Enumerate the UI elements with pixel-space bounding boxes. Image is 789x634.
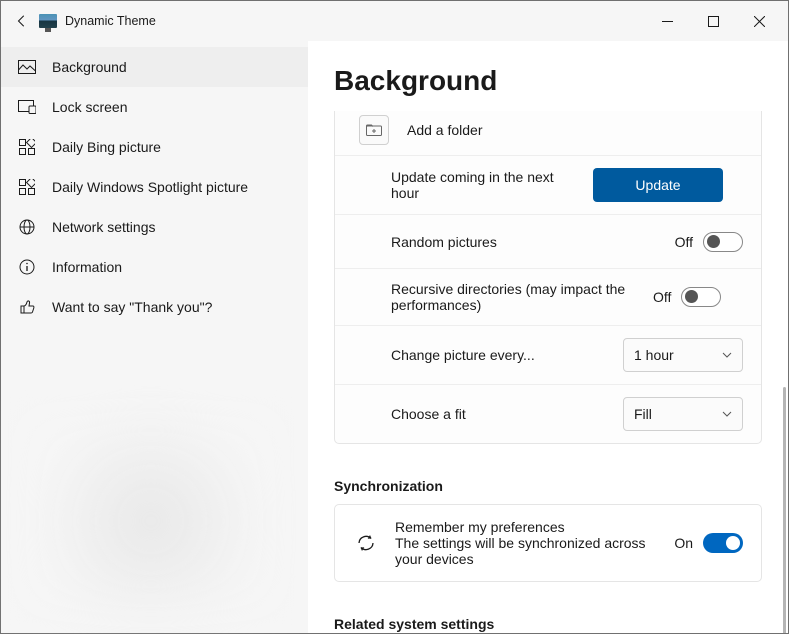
decorative-blur: [21, 411, 281, 611]
sync-title: Remember my preferences: [395, 519, 658, 535]
sidebar-item-background[interactable]: Background: [1, 47, 308, 87]
choose-fit-label: Choose a fit: [391, 406, 611, 422]
lock-screen-icon: [18, 100, 36, 114]
apps-icon: [18, 179, 36, 195]
back-button[interactable]: [7, 6, 37, 36]
update-row: Update coming in the next hour Update: [335, 155, 761, 214]
sidebar-item-label: Daily Bing picture: [52, 139, 161, 155]
sidebar-item-network[interactable]: Network settings: [1, 207, 308, 247]
fit-dropdown[interactable]: Fill: [623, 397, 743, 431]
chevron-down-icon: [722, 352, 732, 358]
random-pictures-row: Random pictures Off: [335, 214, 761, 268]
minimize-button[interactable]: [644, 5, 690, 37]
recursive-toggle[interactable]: [681, 287, 721, 307]
change-interval-dropdown[interactable]: 1 hour: [623, 338, 743, 372]
apps-icon: [18, 139, 36, 155]
sidebar-item-label: Want to say "Thank you"?: [52, 299, 212, 315]
sidebar-item-label: Lock screen: [52, 99, 127, 115]
sidebar-item-label: Information: [52, 259, 122, 275]
sidebar-item-information[interactable]: Information: [1, 247, 308, 287]
sidebar-item-label: Daily Windows Spotlight picture: [52, 179, 248, 195]
update-label: Update coming in the next hour: [391, 169, 581, 201]
main-panel: Background Add a folder Update coming in…: [308, 41, 788, 633]
globe-icon: [18, 219, 36, 235]
sync-card: Remember my preferences The settings wil…: [334, 504, 762, 582]
sync-subtitle: The settings will be synchronized across…: [395, 535, 658, 567]
choose-fit-row: Choose a fit Fill: [335, 384, 761, 443]
sidebar-item-label: Background: [52, 59, 127, 75]
change-picture-label: Change picture every...: [391, 347, 611, 363]
sync-toggle[interactable]: [703, 533, 743, 553]
page-title: Background: [308, 41, 788, 107]
random-pictures-label: Random pictures: [391, 234, 663, 250]
settings-group: Add a folder Update coming in the next h…: [334, 111, 762, 444]
change-picture-row: Change picture every... 1 hour: [335, 325, 761, 384]
sync-state: On: [674, 535, 693, 551]
add-folder-button[interactable]: [359, 115, 389, 145]
update-button[interactable]: Update: [593, 168, 723, 202]
app-title: Dynamic Theme: [65, 14, 156, 28]
background-icon: [18, 60, 36, 74]
change-interval-value: 1 hour: [634, 347, 674, 363]
thumbs-up-icon: [18, 299, 36, 315]
add-folder-row: Add a folder: [335, 111, 761, 155]
fit-value: Fill: [634, 406, 652, 422]
app-logo-icon: [39, 14, 57, 28]
chevron-down-icon: [722, 411, 732, 417]
info-icon: [18, 259, 36, 275]
sidebar-item-lock-screen[interactable]: Lock screen: [1, 87, 308, 127]
sidebar-item-daily-bing[interactable]: Daily Bing picture: [1, 127, 308, 167]
random-state: Off: [675, 234, 693, 250]
sidebar-item-label: Network settings: [52, 219, 155, 235]
close-button[interactable]: [736, 5, 782, 37]
sidebar: Background Lock screen Daily Bing pictur…: [1, 41, 308, 633]
related-section-title: Related system settings: [308, 582, 788, 633]
scrollbar[interactable]: [783, 387, 786, 633]
sidebar-item-thank-you[interactable]: Want to say "Thank you"?: [1, 287, 308, 327]
recursive-row: Recursive directories (may impact the pe…: [335, 268, 761, 325]
sync-icon: [353, 530, 379, 556]
recursive-state: Off: [653, 289, 671, 305]
maximize-button[interactable]: [690, 5, 736, 37]
add-folder-label: Add a folder: [407, 122, 743, 138]
random-pictures-toggle[interactable]: [703, 232, 743, 252]
sync-section-title: Synchronization: [308, 444, 788, 504]
titlebar: Dynamic Theme: [1, 1, 788, 41]
recursive-label: Recursive directories (may impact the pe…: [391, 281, 641, 313]
sidebar-item-spotlight[interactable]: Daily Windows Spotlight picture: [1, 167, 308, 207]
